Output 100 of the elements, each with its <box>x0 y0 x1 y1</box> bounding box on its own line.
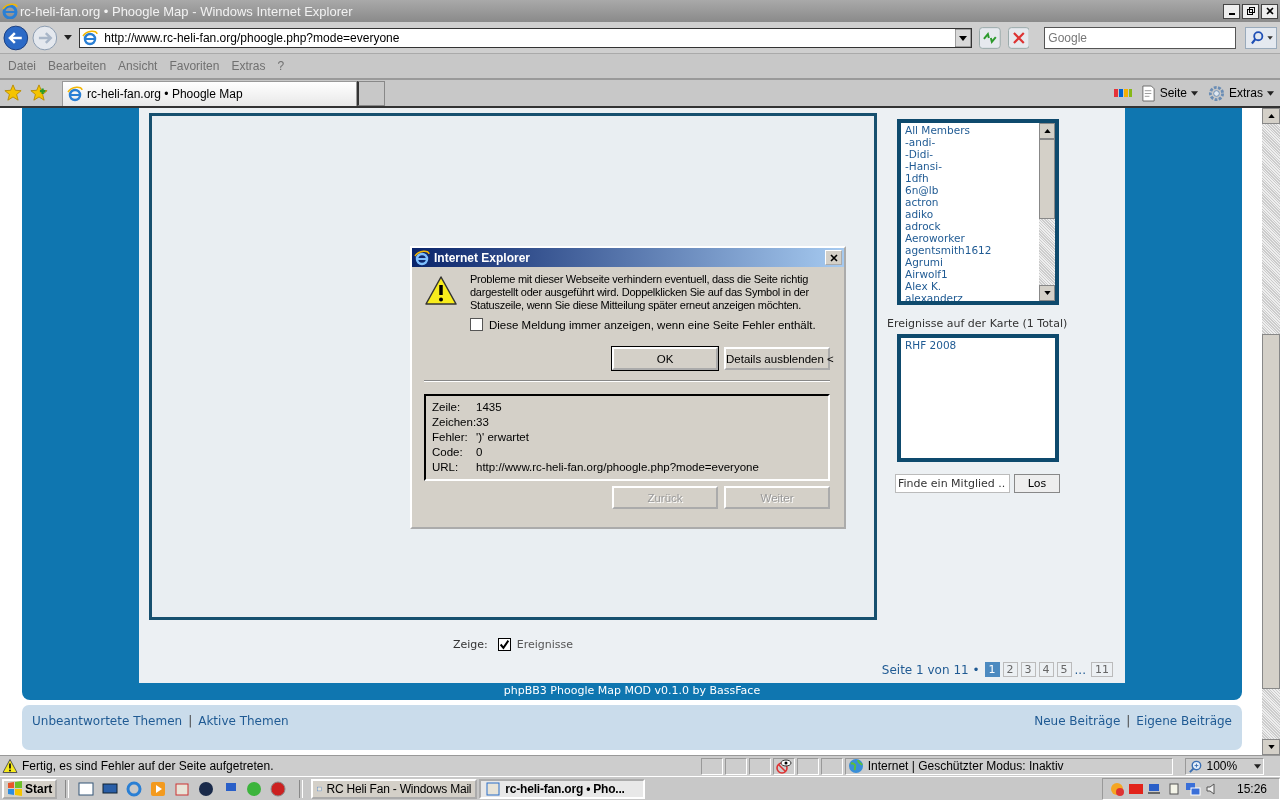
star-icon[interactable] <box>4 84 22 102</box>
restore-icon <box>1245 6 1256 16</box>
detail-label: Zeile: <box>432 400 462 415</box>
detail-label: Code: <box>432 445 464 460</box>
event-list[interactable]: RHF 2008 <box>897 334 1059 462</box>
back-button[interactable] <box>3 24 29 51</box>
scroll-thumb[interactable] <box>1039 139 1055 219</box>
close-button[interactable] <box>1261 3 1278 19</box>
page-icon <box>82 29 99 46</box>
disc-icon[interactable] <box>197 779 216 798</box>
add-favorite-icon[interactable] <box>30 84 48 102</box>
search-field[interactable]: Google <box>1044 26 1236 49</box>
down-arrow-icon <box>1267 745 1275 749</box>
ie-logo-icon <box>414 249 430 266</box>
credit-text: phpBB3 Phoogle Map MOD v0.1.0 by BassFace <box>502 683 762 699</box>
scroll-down-button[interactable] <box>1039 285 1055 301</box>
separator-text: | <box>1126 714 1131 730</box>
checkbox-label: Diese Meldung immer anzeigen, wenn eine Seite Fehler enthält. <box>489 318 816 331</box>
taskbar-button[interactable]: rc-heli-fan.org • Pho... <box>479 778 646 799</box>
detail-label: URL: <box>432 460 460 475</box>
close-icon <box>828 252 839 263</box>
member-item[interactable]: adiko <box>905 208 1039 220</box>
page-link[interactable]: 4 <box>1038 662 1054 677</box>
member-item[interactable]: Airwolf1 <box>905 268 1039 280</box>
restore-button[interactable] <box>1242 3 1259 19</box>
detail-value: 33 <box>476 415 489 430</box>
caret-icon <box>1254 763 1261 769</box>
scroll-thumb[interactable] <box>1262 334 1280 689</box>
page-link[interactable]: 2 <box>1002 662 1018 677</box>
ie-logo-icon <box>2 3 18 19</box>
detail-value: http://www.rc-heli-fan.org/phoogle.php?mode=everyone <box>476 460 759 475</box>
taskbar-button[interactable]: RC Heli Fan - Windows Mail <box>311 778 478 799</box>
member-item[interactable]: 6n@lb <box>905 184 1039 196</box>
detail-value: 0 <box>476 445 483 460</box>
member-item[interactable]: 1dfh <box>905 172 1039 184</box>
nav-link[interactable]: Aktive Themen <box>198 714 289 730</box>
member-search-field[interactable]: Finde ein Mitglied .. <box>895 474 1010 493</box>
history-caret-icon[interactable] <box>64 35 73 40</box>
checkbox[interactable] <box>470 318 483 331</box>
page-link[interactable]: 3 <box>1020 662 1036 677</box>
scroll-up-button[interactable] <box>1262 108 1280 124</box>
checkbox[interactable] <box>497 637 511 651</box>
zone-text: Internet | Geschützter Modus: Inaktiv <box>867 759 1064 773</box>
page-icon <box>67 86 83 102</box>
shopping-icon[interactable] <box>1112 87 1133 99</box>
clock-text: 15:26 <box>1236 781 1267 796</box>
member-item[interactable]: Agrumi <box>905 256 1039 268</box>
record-icon[interactable] <box>269 779 288 798</box>
page-icon <box>1140 84 1156 102</box>
browser-tab[interactable]: rc-heli-fan.org • Phoogle Map <box>62 81 357 106</box>
go-button[interactable]: Los <box>1014 474 1060 493</box>
detail-label: Fehler: <box>432 430 469 445</box>
new-tab-button[interactable] <box>357 81 385 106</box>
list-scrollbar[interactable] <box>1039 123 1055 301</box>
command-button[interactable]: Extras <box>1206 84 1276 102</box>
member-item[interactable]: -andi- <box>905 136 1039 148</box>
window-title: rc-heli-fan.org • Phoogle Map - Windows Internet Explorer <box>20 3 353 19</box>
zoom-icon <box>1187 758 1203 774</box>
page-info: Seite 1 von 11 • <box>881 662 980 677</box>
down-arrow-icon <box>1043 291 1051 295</box>
address-field[interactable]: http://www.rc-heli-fan.org/phoogle.php?mode=everyone <box>79 27 972 48</box>
window-icon[interactable] <box>77 779 96 798</box>
member-item[interactable]: agentsmith1612 <box>905 244 1039 256</box>
warning-icon <box>424 275 458 307</box>
url-text: http://www.rc-heli-fan.org/phoogle.php?mode=everyone <box>104 30 401 45</box>
start-button[interactable]: Start <box>2 778 58 799</box>
command-button[interactable]: Seite <box>1138 84 1200 102</box>
page-link[interactable]: 5 <box>1056 662 1072 677</box>
member-item[interactable]: Alex K. <box>905 280 1039 292</box>
search-button[interactable] <box>1245 26 1277 49</box>
dialog-button[interactable]: OK <box>612 347 718 370</box>
caret-icon <box>1267 90 1274 96</box>
page-link[interactable]: 11 <box>1091 662 1113 677</box>
event-item[interactable]: RHF 2008 <box>905 339 1055 351</box>
detail-value: ')' erwartet <box>476 430 529 445</box>
member-item[interactable]: All Members <box>905 124 1039 136</box>
nav-link[interactable]: Unbeantwortete Themen <box>32 714 183 730</box>
show-label: Zeige: <box>452 637 488 651</box>
window-icon <box>485 780 502 797</box>
member-item[interactable]: -Didi- <box>905 148 1039 160</box>
minimize-button[interactable] <box>1223 3 1240 19</box>
refresh-icon[interactable] <box>978 26 1001 49</box>
scroll-up-button[interactable] <box>1039 123 1055 139</box>
member-item[interactable]: -Hansi- <box>905 160 1039 172</box>
dropdown-icon[interactable] <box>954 28 971 47</box>
warning-icon[interactable] <box>2 758 18 774</box>
member-item[interactable]: adrock <box>905 220 1039 232</box>
stop-icon[interactable] <box>1007 26 1030 49</box>
tray-icon[interactable] <box>1108 780 1125 797</box>
zoom-button[interactable]: 100% <box>1184 757 1264 775</box>
scroll-down-button[interactable] <box>1262 739 1280 755</box>
nav-link[interactable]: Neue Beiträge <box>1034 714 1121 730</box>
play-icon[interactable] <box>149 779 168 798</box>
nav-link[interactable]: Eigene Beiträge <box>1136 714 1232 730</box>
member-item[interactable]: Aeroworker <box>905 232 1039 244</box>
page-link[interactable]: 1 <box>984 662 1000 677</box>
error-message: Probleme mit dieser Webseite verhindern eventuell, dass die Seite richtig dargestellt oder ausgeführt wird. Doppelklicken Sie auf das Symbol in der Statuszeile, wenn Sie diese Mitteilung später erneut anzeigen möchten. <box>470 273 810 312</box>
member-item[interactable]: actron <box>905 196 1039 208</box>
page-scrollbar[interactable] <box>1262 108 1280 755</box>
globe-icon[interactable] <box>847 758 864 774</box>
